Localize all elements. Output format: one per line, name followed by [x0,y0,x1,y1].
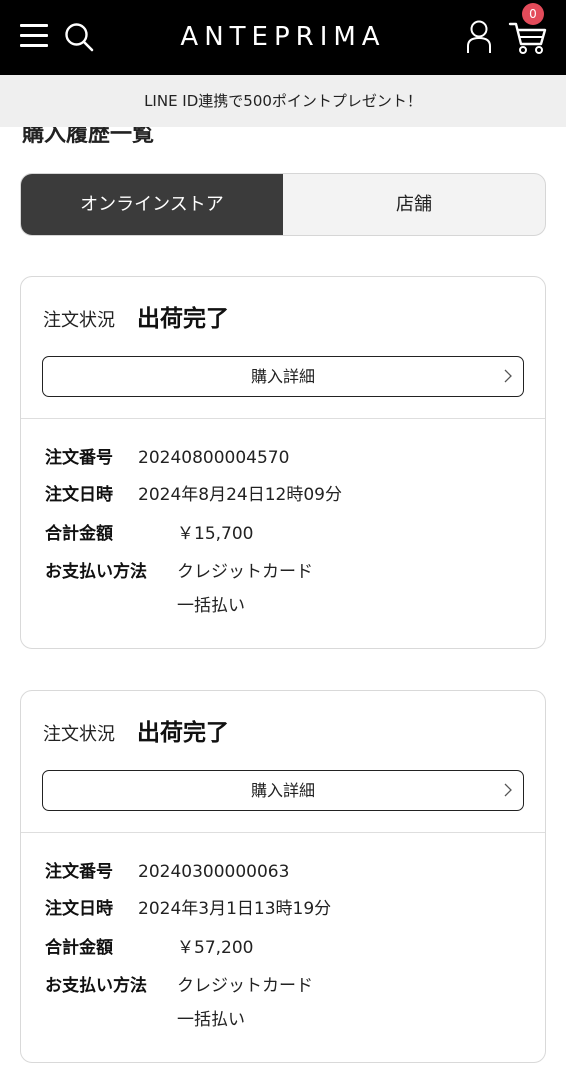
order-number-label: 注文番号 [45,448,113,468]
order-card: 注文状況 出荷完了 購入詳細 注文番号 20240800004570 注文日時 … [20,276,546,649]
total-label: 合計金額 [45,524,113,544]
order-date-value: 2024年8月24日12時09分 [138,485,342,505]
payment-type-value: 一括払い [177,596,245,616]
payment-method-value: クレジットカード [177,976,313,996]
purchase-detail-button[interactable]: 購入詳細 [42,356,524,397]
search-icon[interactable] [64,22,94,52]
order-date-label: 注文日時 [45,485,113,505]
cart-count-badge: 0 [522,3,544,25]
order-status-value: 出荷完了 [137,720,229,746]
payment-label: お支払い方法 [45,976,147,996]
total-value: ￥15,700 [177,524,254,544]
purchase-detail-label: 購入詳細 [250,781,315,800]
card-divider [21,418,545,419]
store-tabs: オンラインストア 店舗 [20,173,546,236]
payment-label: お支払い方法 [45,562,147,582]
order-status-label: 注文状況 [43,310,115,331]
order-status-value: 出荷完了 [137,306,229,332]
order-card: 注文状況 出荷完了 購入詳細 注文番号 20240300000063 注文日時 … [20,690,546,1063]
tab-online-store[interactable]: オンラインストア [21,174,283,235]
payment-method-value: クレジットカード [177,562,313,582]
line-campaign-banner[interactable]: LINE ID連携で500ポイントプレゼント！ [0,75,566,127]
chevron-right-icon [504,783,512,797]
site-header: ANTEPRIMA 0 [0,0,566,75]
order-number-label: 注文番号 [45,862,113,882]
chevron-right-icon [504,369,512,383]
order-number-value: 20240300000063 [138,862,290,882]
order-date-value: 2024年3月1日13時19分 [138,899,332,919]
user-icon[interactable] [466,20,492,54]
purchase-detail-label: 購入詳細 [250,367,315,386]
tab-store[interactable]: 店舗 [283,174,545,235]
order-number-value: 20240800004570 [138,448,290,468]
card-divider [21,832,545,833]
total-value: ￥57,200 [177,938,254,958]
order-status-label: 注文状況 [43,724,115,745]
order-date-label: 注文日時 [45,899,113,919]
brand-logo[interactable]: ANTEPRIMA [150,20,416,54]
payment-type-value: 一括払い [177,1010,245,1030]
menu-icon[interactable] [20,24,48,48]
total-label: 合計金額 [45,938,113,958]
purchase-detail-button[interactable]: 購入詳細 [42,770,524,811]
